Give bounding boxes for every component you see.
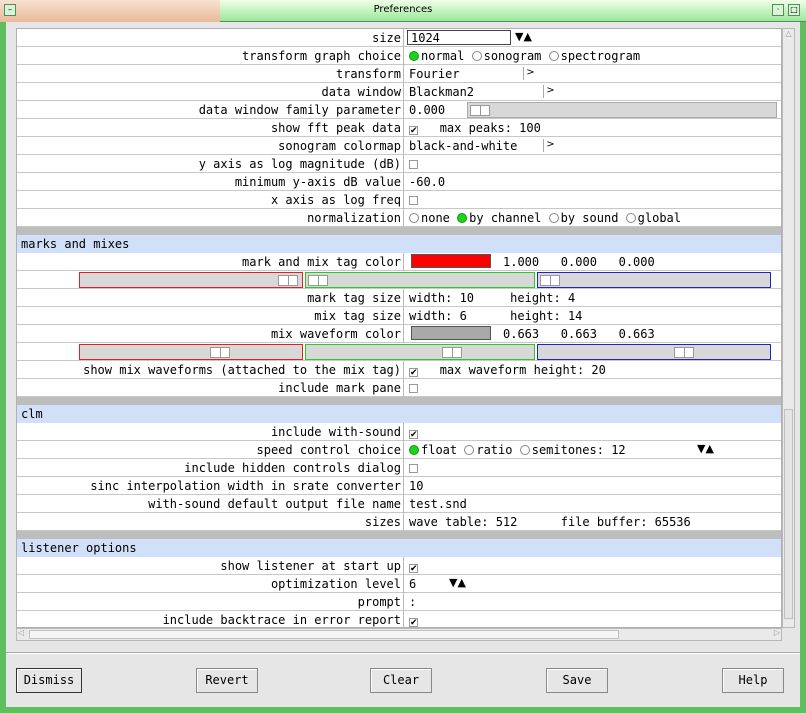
pref-row-peak: show fft peak data max peaks: 100: [17, 119, 781, 137]
pref-row-tag-color: mark and mix tag color 1.000 0.000 0.000: [17, 253, 781, 271]
red-slider[interactable]: [79, 344, 303, 360]
output-file-field[interactable]: test.snd: [409, 497, 467, 511]
pref-row-colormap: sonogram colormap black-and-white >: [17, 137, 781, 155]
blue-slider[interactable]: [537, 272, 771, 288]
dismiss-button[interactable]: Dismiss: [16, 668, 82, 693]
red-slider[interactable]: [79, 272, 303, 288]
scroll-up-arrow-icon[interactable]: △: [783, 29, 794, 38]
max-waveform-height-field[interactable]: max waveform height: 20: [440, 363, 606, 377]
pref-row-ylog: y axis as log magnitude (dB): [17, 155, 781, 173]
size-down-up-arrows-icon[interactable]: ▼▲: [515, 30, 532, 43]
mix-color-swatch[interactable]: [411, 326, 491, 340]
backtrace-checkbox[interactable]: [409, 618, 418, 627]
xlog-checkbox[interactable]: [409, 196, 418, 205]
title-bar[interactable]: – Preferences · □: [0, 0, 806, 22]
pref-row-sinc: sinc interpolation width in srate conver…: [17, 477, 781, 495]
pref-row-hidden-controls: include hidden controls dialog: [17, 459, 781, 477]
show-mix-checkbox[interactable]: [409, 368, 418, 377]
mix-tag-size-fields[interactable]: width: 6 height: 14: [409, 309, 582, 323]
peak-checkbox[interactable]: [409, 126, 418, 135]
window-title: Preferences: [373, 4, 433, 15]
prompt-field[interactable]: :: [409, 595, 416, 609]
pref-row-backtrace: include backtrace in error report: [17, 611, 781, 627]
listener-startup-checkbox[interactable]: [409, 564, 418, 573]
vertical-scroll-thumb[interactable]: [784, 409, 793, 619]
chevron-right-icon[interactable]: >: [523, 67, 537, 80]
pref-row-prompt: prompt :: [17, 593, 781, 611]
speed-radio-group[interactable]: float ratio semitones: 12: [409, 443, 626, 457]
pref-row-family: data window family parameter 0.000: [17, 101, 781, 119]
pref-row-sizes: sizes wave table: 512 file buffer: 65536: [17, 513, 781, 531]
vertical-scrollbar[interactable]: △: [782, 28, 795, 628]
ylog-checkbox[interactable]: [409, 160, 418, 169]
semitones-down-up-arrows-icon[interactable]: ▼▲: [697, 442, 714, 455]
data-window-value: Blackman2: [409, 85, 475, 99]
pref-row-output-file: with-sound default output file name test…: [17, 495, 781, 513]
pref-row-show-mix: show mix waveforms (attached to the mix …: [17, 361, 781, 379]
dialog-body: size 1024 ▼▲ transform graph choice norm…: [6, 22, 800, 707]
tag-color-swatch[interactable]: [411, 254, 491, 268]
maximize-icon[interactable]: □: [788, 4, 800, 16]
pref-row-optimization: optimization level 6 ▼▲: [17, 575, 781, 593]
norm-radio-group[interactable]: none by channel by sound global: [409, 211, 681, 225]
mark-tag-size-fields[interactable]: width: 10 height: 4: [409, 291, 575, 305]
hidden-controls-checkbox[interactable]: [409, 464, 418, 473]
minimize-icon[interactable]: ·: [772, 4, 784, 16]
graph-radio-group[interactable]: normal sonogram spectrogram: [409, 49, 640, 63]
pref-row-tag-color-sliders: [17, 271, 781, 289]
pref-row-mix-tag-size: mix tag size width: 6 height: 14: [17, 307, 781, 325]
horizontal-scroll-thumb[interactable]: [29, 630, 619, 639]
save-button[interactable]: Save: [546, 668, 608, 693]
chevron-right-icon[interactable]: >: [543, 139, 557, 152]
pref-row-graph-choice: transform graph choice normal sonogram s…: [17, 47, 781, 65]
pref-row-data-window: data window Blackman2 >: [17, 83, 781, 101]
revert-button[interactable]: Revert: [196, 668, 258, 693]
pref-row-normalization: normalization none by channel by sound g…: [17, 209, 781, 227]
pref-row-mark-tag-size: mark tag size width: 10 height: 4: [17, 289, 781, 307]
pref-row-with-sound: include with-sound: [17, 423, 781, 441]
section-clm: clm: [17, 405, 781, 423]
radio-icon[interactable]: [471, 51, 482, 61]
radio-icon[interactable]: [409, 51, 419, 61]
scroll-left-arrow-icon[interactable]: ◁: [18, 628, 24, 637]
pref-row-xlog: x axis as log freq: [17, 191, 781, 209]
family-slider[interactable]: [467, 102, 777, 118]
green-slider[interactable]: [305, 344, 535, 360]
section-marks-and-mixes: marks and mixes: [17, 235, 781, 253]
pref-row-mix-color-sliders: [17, 343, 781, 361]
pref-row-speed: speed control choice float ratio semiton…: [17, 441, 781, 459]
fft-size-field[interactable]: 1024: [407, 30, 511, 45]
max-peaks-field[interactable]: max peaks: 100: [440, 121, 541, 135]
mark-pane-checkbox[interactable]: [409, 384, 418, 393]
pref-row-fft-size: size 1024 ▼▲: [17, 29, 781, 47]
preferences-window: – Preferences · □ size 1024 ▼▲ transform…: [0, 0, 806, 713]
sinc-width-field[interactable]: 10: [409, 479, 423, 493]
pref-row-listener-startup: show listener at start up: [17, 557, 781, 575]
scroll-right-arrow-icon[interactable]: ▷: [774, 628, 780, 637]
preferences-scroll-area[interactable]: size 1024 ▼▲ transform graph choice norm…: [16, 28, 782, 628]
clear-button[interactable]: Clear: [370, 668, 432, 693]
pref-row-mix-color: mix waveform color 0.663 0.663 0.663: [17, 325, 781, 343]
sizes-fields[interactable]: wave table: 512 file buffer: 65536: [409, 515, 691, 529]
radio-icon[interactable]: [548, 51, 559, 61]
with-sound-checkbox[interactable]: [409, 430, 418, 439]
chevron-right-icon[interactable]: >: [543, 85, 557, 98]
pref-row-mindb: minimum y-axis dB value -60.0: [17, 173, 781, 191]
section-listener-options: listener options: [17, 539, 781, 557]
green-slider[interactable]: [305, 272, 535, 288]
transform-value: Fourier: [409, 67, 460, 81]
pref-row-transform: transform Fourier >: [17, 65, 781, 83]
horizontal-scrollbar[interactable]: ◁ ▷: [16, 628, 782, 641]
help-button[interactable]: Help: [722, 668, 784, 693]
optimization-down-up-arrows-icon[interactable]: ▼▲: [449, 576, 466, 589]
pref-row-mark-pane: include mark pane: [17, 379, 781, 397]
mindb-field[interactable]: -60.0: [409, 175, 445, 189]
optimization-value: 6: [409, 577, 417, 591]
blue-slider[interactable]: [537, 344, 771, 360]
